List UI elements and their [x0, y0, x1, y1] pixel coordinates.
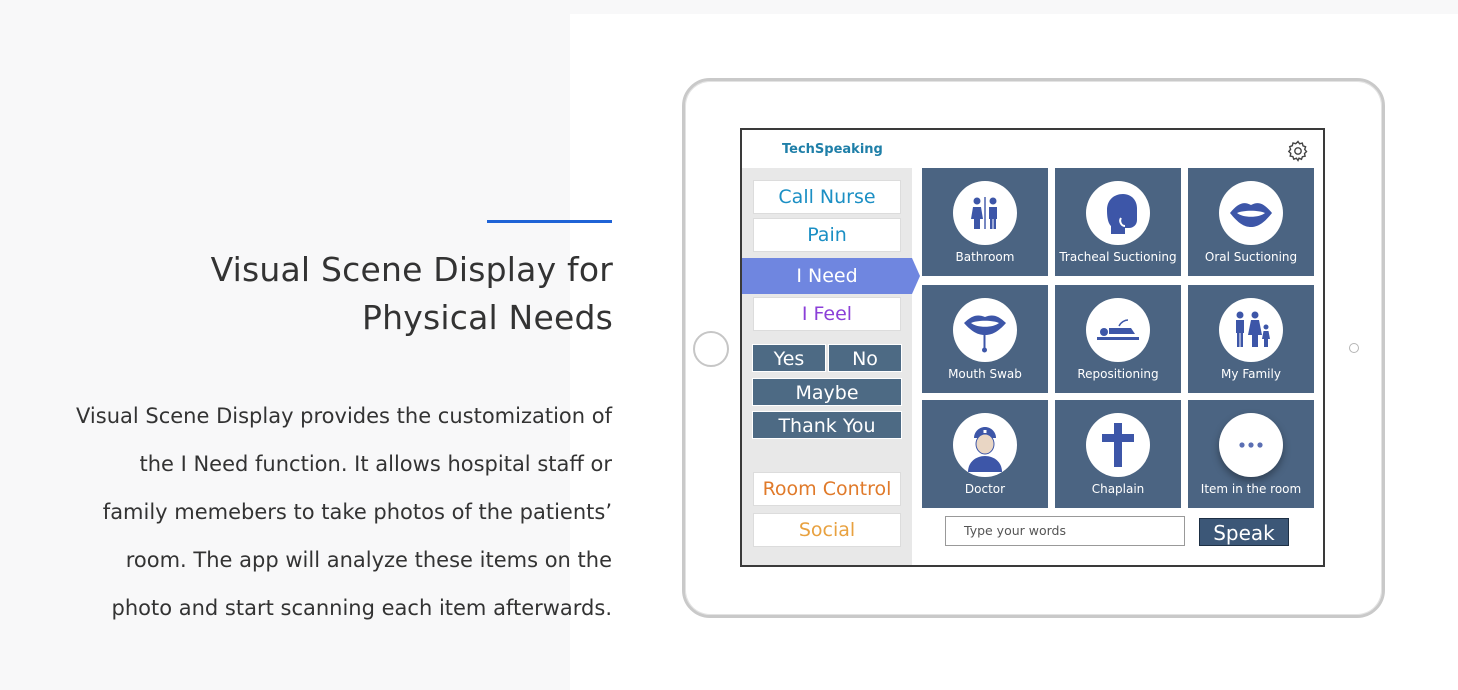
tile-label: Bathroom [955, 250, 1015, 264]
app-brand: TechSpeaking [782, 142, 883, 157]
yes-button[interactable]: Yes [752, 344, 826, 372]
tile-label: Oral Suctioning [1204, 250, 1298, 264]
tile-tracheal-suctioning[interactable]: Tracheal Suctioning [1055, 168, 1181, 276]
mouth-swab-icon [964, 315, 1006, 353]
description-line: family memebers to take photos of the pa… [102, 500, 612, 524]
lying-person-icon [1097, 319, 1139, 340]
page-title: Visual Scene Display for Physical Needs [211, 246, 613, 342]
restroom-icon [971, 197, 997, 229]
mouth-icon [1230, 203, 1272, 227]
description-line: room. The app will analyze these items o… [125, 548, 612, 572]
tile-label: Doctor [964, 482, 1006, 496]
tile-mouth-swab[interactable]: Mouth Swab [922, 285, 1048, 393]
description: Visual Scene Display provides the custom… [40, 392, 612, 632]
call-nurse-button[interactable]: Call Nurse [753, 180, 901, 214]
tile-label: Chaplain [1091, 482, 1145, 496]
doctor-icon [968, 427, 1002, 472]
tile-label: Repositioning [1077, 367, 1159, 381]
tile-doctor[interactable]: Doctor [922, 400, 1048, 508]
description-line: the I Need function. It allows hospital … [139, 452, 612, 476]
tile-item-in-the-room[interactable]: Item in the room [1188, 400, 1314, 508]
i-feel-button[interactable]: I Feel [753, 297, 901, 331]
title-line-2: Physical Needs [362, 298, 613, 337]
tile-chaplain[interactable]: Chaplain [1055, 400, 1181, 508]
tile-label: Mouth Swab [948, 367, 1022, 381]
pain-button[interactable]: Pain [753, 218, 901, 252]
gear-icon[interactable] [1286, 139, 1310, 163]
type-words-input[interactable]: Type your words [945, 516, 1185, 546]
app-screen: TechSpeaking Call Nurse Pain I Need I Fe… [740, 128, 1325, 567]
speak-button[interactable]: Speak [1199, 518, 1289, 546]
tile-repositioning[interactable]: Repositioning [1055, 285, 1181, 393]
cross-icon [1102, 423, 1134, 467]
tile-bathroom[interactable]: Bathroom [922, 168, 1048, 276]
tile-my-family[interactable]: My Family [1188, 285, 1314, 393]
description-line: Visual Scene Display provides the custom… [76, 404, 612, 428]
room-control-button[interactable]: Room Control [753, 472, 901, 506]
head-profile-icon [1107, 194, 1137, 234]
i-need-button[interactable]: I Need [742, 258, 912, 294]
tablet-camera [1349, 343, 1359, 353]
tile-label: My Family [1221, 367, 1281, 381]
tablet-home-button [693, 331, 729, 367]
accent-line [487, 220, 612, 223]
category-sidebar: Call Nurse Pain I Need I Feel Yes No May… [742, 168, 920, 565]
description-line: photo and start scanning each item after… [111, 596, 612, 620]
title-line-1: Visual Scene Display for [210, 250, 613, 289]
tile-label: Item in the room [1200, 482, 1302, 496]
active-indicator [912, 258, 920, 294]
tile-oral-suctioning[interactable]: Oral Suctioning [1188, 168, 1314, 276]
social-button[interactable]: Social [753, 513, 901, 547]
thank-you-button[interactable]: Thank You [752, 411, 902, 439]
maybe-button[interactable]: Maybe [752, 378, 902, 406]
family-icon [1236, 311, 1270, 347]
no-button[interactable]: No [828, 344, 902, 372]
tile-label: Tracheal Suctioning [1059, 250, 1177, 264]
more-icon [1239, 442, 1263, 448]
